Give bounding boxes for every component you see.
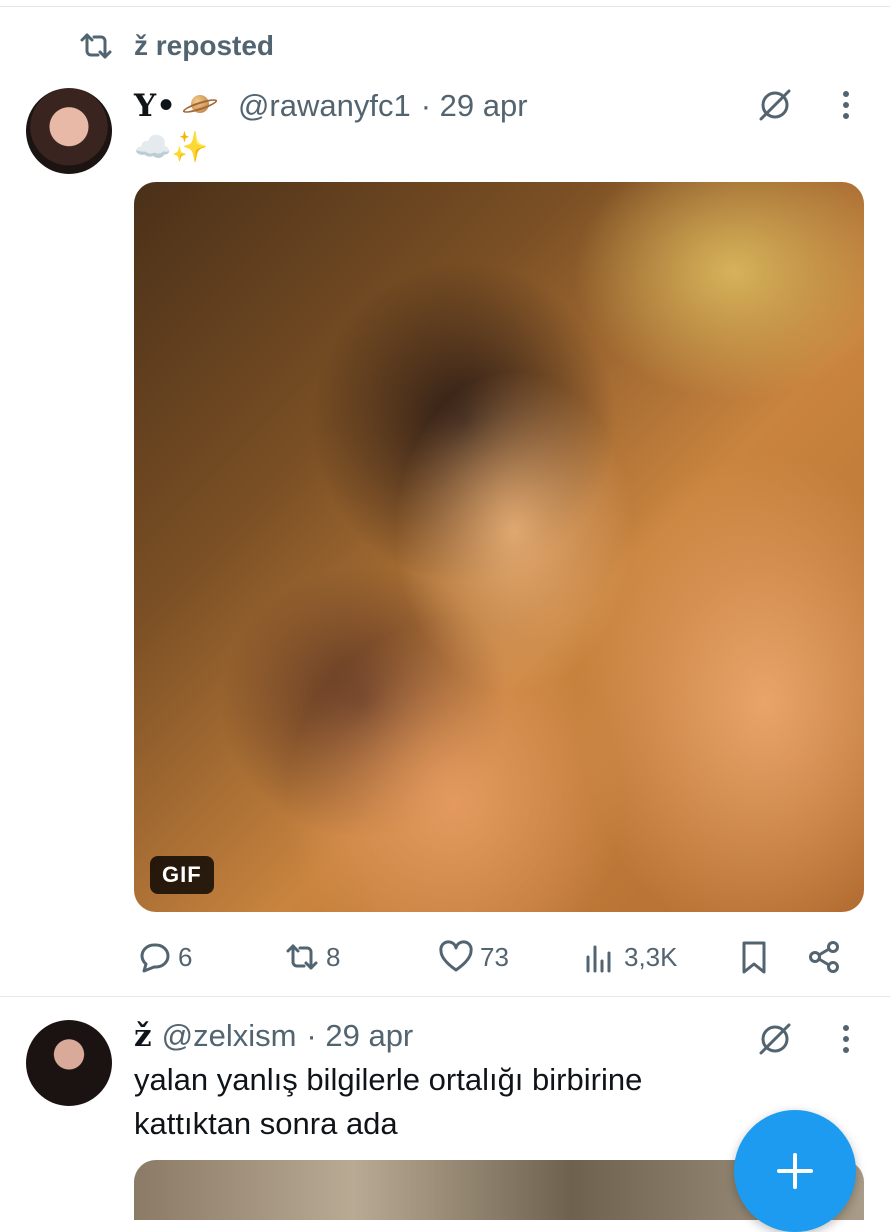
tweet-header: ž @zelxism · 29 apr: [134, 1016, 413, 1056]
top-divider: [0, 6, 890, 7]
user-handle[interactable]: @rawanyfc1: [238, 88, 411, 124]
repost-count: 8: [326, 941, 341, 972]
user-handle[interactable]: @zelxism: [162, 1018, 297, 1054]
tweet-date[interactable]: · 29 apr: [421, 88, 528, 124]
share-icon: [809, 941, 839, 973]
more-options-icon[interactable]: [842, 90, 850, 120]
compose-button[interactable]: [734, 1110, 856, 1232]
share-button[interactable]: [806, 936, 842, 978]
views-button[interactable]: 3,3K: [582, 936, 678, 978]
avatar[interactable]: [26, 1020, 112, 1106]
tweet-text: ☁️✨: [134, 131, 209, 164]
repost-icon: [286, 944, 318, 970]
bookmark-button[interactable]: [736, 936, 772, 978]
avatar[interactable]: [26, 88, 112, 174]
grok-icon[interactable]: [756, 86, 794, 124]
tweet-date[interactable]: · 29 apr: [306, 1018, 413, 1054]
tweet-header: Y• @rawanyfc1 · 29 apr: [134, 86, 528, 126]
plus-icon: [777, 1153, 813, 1189]
repost-button[interactable]: 8: [284, 936, 340, 978]
display-name[interactable]: ž: [134, 1018, 152, 1054]
tweet-text: yalan yanlış bilgilerle ortalığı birbiri…: [134, 1062, 643, 1141]
bookmark-icon: [742, 941, 766, 974]
tweet-divider: [0, 996, 890, 997]
heart-icon: [439, 940, 473, 972]
more-options-icon[interactable]: [842, 1024, 850, 1054]
reply-icon: [140, 943, 170, 973]
grok-icon[interactable]: [756, 1020, 794, 1058]
like-button[interactable]: 73: [438, 936, 509, 978]
views-icon: [586, 945, 611, 973]
repost-icon: [80, 33, 112, 59]
display-name[interactable]: Y•: [134, 88, 176, 124]
like-count: 73: [480, 941, 509, 972]
reply-button[interactable]: 6: [136, 936, 192, 978]
reply-count: 6: [178, 941, 193, 972]
tweet-media-gif[interactable]: GIF: [134, 182, 864, 912]
repost-banner-text: ž reposted: [134, 30, 275, 61]
repost-banner[interactable]: ž reposted: [78, 30, 274, 62]
views-count: 3,3K: [624, 941, 678, 972]
tweet-actions: 6 8 73 3,3K: [134, 936, 864, 978]
planet-emoji: [182, 95, 218, 117]
gif-badge: GIF: [150, 856, 214, 894]
